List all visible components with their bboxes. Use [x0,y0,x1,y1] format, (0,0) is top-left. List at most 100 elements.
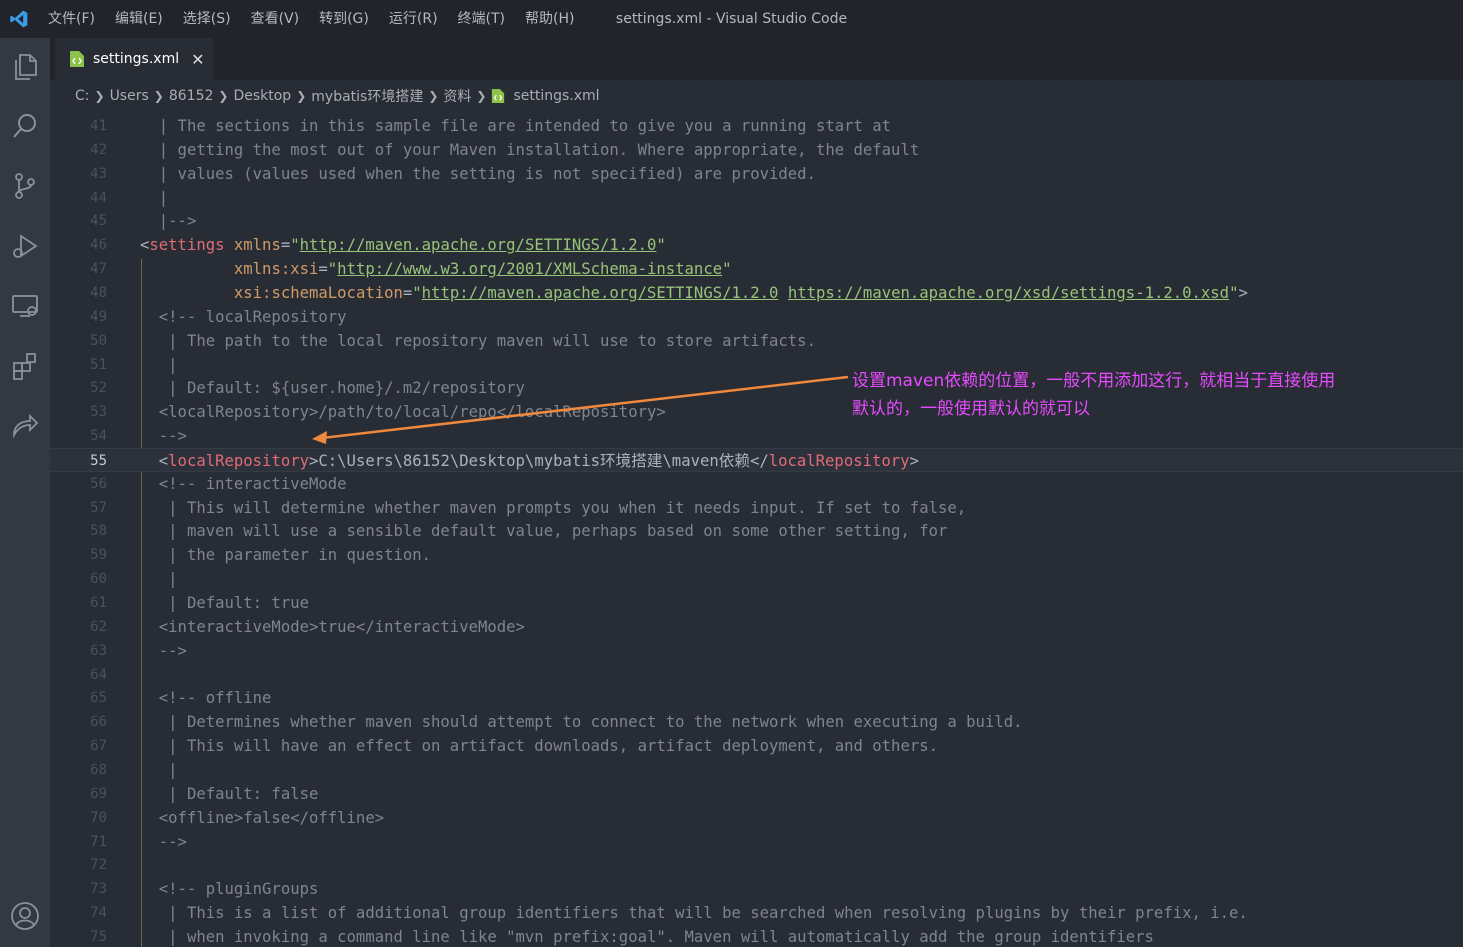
breadcrumb-item[interactable]: C: [75,88,90,104]
line-text: | values (values used when the setting i… [140,164,816,183]
code-line[interactable]: 60 | [50,567,1463,591]
chevron-right-icon: ❯ [428,89,439,103]
line-number: 59 [90,547,107,564]
line-number: 67 [90,738,107,755]
breadcrumb-item[interactable]: 86152 [169,88,214,104]
breadcrumb-item[interactable]: mybatis环境搭建 [311,86,423,106]
code-line[interactable]: 41 | The sections in this sample file ar… [50,114,1463,138]
code-line[interactable]: 75 | when invoking a command line like "… [50,925,1463,947]
live-share-icon[interactable] [5,406,45,446]
code-line[interactable]: 57 | This will determine whether maven p… [50,496,1463,520]
run-debug-icon[interactable] [5,226,45,266]
code-line[interactable]: 65 <!-- offline [50,686,1463,710]
code-line[interactable]: 44 | [50,186,1463,210]
code-line[interactable]: 48 xsi:schemaLocation="http://maven.apac… [50,281,1463,305]
menu-edit[interactable]: 编辑(E) [105,0,173,38]
code-line[interactable]: 73 <!-- pluginGroups [50,877,1463,901]
chevron-right-icon: ❯ [476,89,487,103]
menu-selection[interactable]: 选择(S) [173,0,241,38]
code-line[interactable]: 69 | Default: false [50,782,1463,806]
tab-settings-xml[interactable]: settings.xml ✕ [55,38,213,80]
code-line[interactable]: 59 | the parameter in question. [50,543,1463,567]
line-text: <!-- localRepository [140,307,347,326]
close-icon[interactable]: ✕ [191,50,204,69]
line-number: 53 [90,404,107,421]
code-line[interactable]: 61 | Default: true [50,591,1463,615]
line-text: <offline>false</offline> [140,808,385,827]
breadcrumb-item[interactable]: Desktop [233,88,291,104]
line-text: | the parameter in question. [140,546,432,565]
source-control-icon[interactable] [5,166,45,206]
breadcrumb-item[interactable]: settings.xml [513,88,599,104]
menu-file[interactable]: 文件(F) [38,0,105,38]
code-line[interactable]: 74 | This is a list of additional group … [50,901,1463,925]
extensions-icon[interactable] [5,346,45,386]
line-number: 57 [90,499,107,516]
activity-bar: 1 [0,38,50,947]
menu-run[interactable]: 运行(R) [379,0,448,38]
line-number: 52 [90,380,107,397]
line-text: | [140,188,169,207]
code-line[interactable]: 49 <!-- localRepository [50,305,1463,329]
xml-file-icon [70,51,84,67]
line-text: | maven will use a sensible default valu… [140,522,948,541]
code-line[interactable]: 54 --> [50,424,1463,448]
code-line[interactable]: 72 [50,853,1463,877]
line-text: | This will have an effect on artifact d… [140,737,938,756]
code-line[interactable]: 62 <interactiveMode>true</interactiveMod… [50,615,1463,639]
line-number: 73 [90,881,107,898]
line-number: 47 [90,261,107,278]
chevron-right-icon: ❯ [94,89,105,103]
code-line[interactable]: 55 <localRepository>C:\Users\86152\Deskt… [50,447,1463,472]
code-line[interactable]: 71 --> [50,830,1463,854]
annotation-line-2: 默认的，一般使用默认的就可以 [852,399,1090,419]
line-number: 71 [90,833,107,850]
code-line[interactable]: 64 [50,663,1463,687]
menu-help[interactable]: 帮助(H) [515,0,584,38]
code-line[interactable]: 58 | maven will use a sensible default v… [50,519,1463,543]
line-number: 58 [90,523,107,540]
code-line[interactable]: 68 | [50,758,1463,782]
code-line[interactable]: 45 |--> [50,209,1463,233]
code-line[interactable]: 43 | values (values used when the settin… [50,162,1463,186]
breadcrumb-item[interactable]: 资料 [443,86,471,106]
line-text: | [140,355,178,374]
menu-terminal[interactable]: 终端(T) [448,0,515,38]
line-number: 72 [90,857,107,874]
line-number: 61 [90,595,107,611]
breadcrumb-item[interactable]: Users [110,88,149,104]
remote-explorer-icon[interactable] [5,286,45,326]
line-number: 41 [90,118,107,134]
account-icon[interactable] [5,896,45,936]
line-number: 49 [90,308,107,325]
code-line[interactable]: 42 | getting the most out of your Maven … [50,138,1463,162]
code-line[interactable]: 47 xmlns:xsi="http://www.w3.org/2001/XML… [50,257,1463,281]
line-number: 54 [90,428,107,445]
code-line[interactable]: 67 | This will have an effect on artifac… [50,734,1463,758]
files-icon[interactable] [5,46,45,86]
line-text: | The path to the local repository maven… [140,331,816,350]
breadcrumb: C: ❯ Users ❯ 86152 ❯ Desktop ❯ mybatis环境… [50,80,1463,112]
line-text: | [140,760,178,779]
menu-go[interactable]: 转到(G) [309,0,379,38]
code-line[interactable]: 63 --> [50,639,1463,663]
line-text: | The sections in this sample file are i… [140,117,892,135]
line-text: | when invoking a command line like "mvn… [140,927,1154,946]
code-line[interactable]: 56 <!-- interactiveMode [50,472,1463,496]
line-text: <localRepository>/path/to/local/repo</lo… [140,403,666,422]
search-icon[interactable] [5,106,45,146]
line-text: --> [140,641,187,660]
line-text: | Determines whether maven should attemp… [140,713,1023,732]
line-number: 62 [90,618,107,635]
code-line[interactable]: 50 | The path to the local repository ma… [50,329,1463,353]
line-number: 44 [90,189,107,206]
line-number: 42 [90,141,107,158]
line-text: <localRepository>C:\Users\86152\Desktop\… [158,451,919,470]
line-number: 68 [90,761,107,778]
code-line[interactable]: 46 <settings xmlns="http://maven.apache.o… [50,233,1463,257]
code-line[interactable]: 70 <offline>false</offline> [50,806,1463,830]
menu-view[interactable]: 查看(V) [241,0,310,38]
annotation-note: 设置maven依赖的位置，一般不用添加这行，就相当于直接使用 默认的，一般使用默… [852,367,1335,423]
code-line[interactable]: 66 | Determines whether maven should att… [50,710,1463,734]
code-editor[interactable]: 41 | The sections in this sample file ar… [50,112,1463,947]
